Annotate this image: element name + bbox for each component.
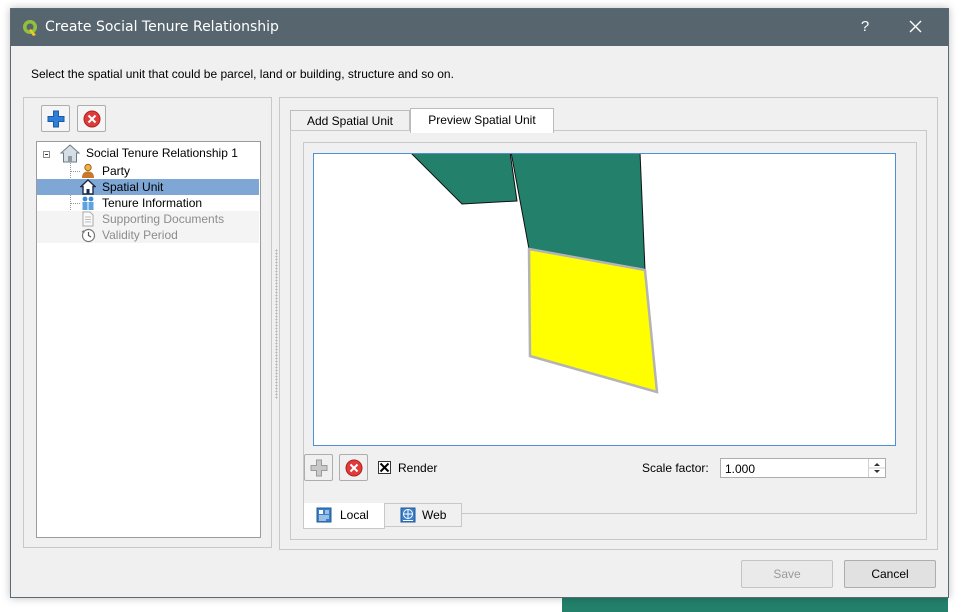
tab-add-spatial-unit[interactable]: Add Spatial Unit <box>290 110 410 132</box>
spatial-unit-panel: Add Spatial Unit Preview Spatial Unit Re… <box>279 97 938 550</box>
selected-spatial-unit <box>527 247 659 394</box>
tree-item-spatial-unit[interactable]: Spatial Unit <box>37 179 259 195</box>
str-tree-panel: Social Tenure Relationship 1 Party Spati… <box>23 97 272 548</box>
str-tree: Social Tenure Relationship 1 Party Spati… <box>36 141 261 538</box>
tab-web[interactable]: Web <box>384 503 462 527</box>
close-icon <box>909 20 922 33</box>
remove-feature-button[interactable] <box>339 454 368 481</box>
background-map-strip <box>562 598 948 612</box>
instruction-text: Select the spatial unit that could be pa… <box>31 67 454 81</box>
people-icon <box>82 196 94 210</box>
parcel-polygon <box>411 154 518 205</box>
tree-item-label: Validity Period <box>102 228 178 242</box>
spin-up-down-icon <box>869 463 885 473</box>
render-checkbox[interactable] <box>378 461 391 474</box>
preview-frame: Render Scale factor: 1.000 <box>303 142 917 514</box>
clock-icon <box>81 228 96 243</box>
preview-tab-content: Render Scale factor: 1.000 Local Web <box>290 130 927 540</box>
plus-icon <box>310 459 328 477</box>
tree-root[interactable]: Social Tenure Relationship 1 <box>37 144 259 163</box>
web-icon <box>400 507 416 523</box>
title-bar: Create Social Tenure Relationship ? <box>11 9 948 46</box>
save-button[interactable]: Save <box>741 560 833 588</box>
tab-preview-spatial-unit[interactable]: Preview Spatial Unit <box>410 108 554 133</box>
collapse-icon[interactable] <box>43 151 50 158</box>
document-icon <box>82 211 94 227</box>
tree-item-validity-period[interactable]: Validity Period <box>37 227 259 243</box>
add-feature-button[interactable] <box>304 454 333 481</box>
house-icon <box>80 179 96 195</box>
tab-local[interactable]: Local <box>303 503 385 529</box>
checkmark-x-icon <box>379 462 390 473</box>
tree-item-label: Supporting Documents <box>102 212 225 226</box>
close-button[interactable] <box>901 14 931 40</box>
scale-factor-spinbox[interactable]: 1.000 <box>720 458 886 478</box>
scale-factor-value: 1.000 <box>725 462 756 476</box>
remove-icon <box>83 110 101 128</box>
tab-local-label: Local <box>340 508 369 522</box>
local-icon <box>316 507 332 523</box>
render-label: Render <box>398 461 438 475</box>
add-str-button[interactable] <box>41 105 70 132</box>
map-canvas[interactable] <box>313 153 896 446</box>
dialog-window: Create Social Tenure Relationship ? Sele… <box>10 8 949 598</box>
tree-item-tenure-information[interactable]: Tenure Information <box>37 195 259 211</box>
tree-item-party[interactable]: Party <box>37 163 259 179</box>
remove-icon <box>345 459 363 477</box>
tree-item-label: Party <box>102 164 131 178</box>
tree-item-supporting-documents[interactable]: Supporting Documents <box>37 211 259 227</box>
map-preview <box>411 154 659 394</box>
person-icon <box>82 163 94 178</box>
home-icon <box>60 144 80 163</box>
tree-root-label: Social Tenure Relationship 1 <box>86 146 238 160</box>
remove-str-button[interactable] <box>77 105 106 132</box>
tree-item-label: Spatial Unit <box>102 180 164 194</box>
tree-item-label: Tenure Information <box>102 196 203 210</box>
plus-icon <box>47 110 65 128</box>
cancel-button[interactable]: Cancel <box>844 560 936 588</box>
spin-arrows[interactable] <box>868 459 885 477</box>
tab-web-label: Web <box>422 508 447 522</box>
splitter-handle[interactable] <box>275 249 278 399</box>
scale-factor-label: Scale factor: <box>642 461 709 475</box>
help-button[interactable]: ? <box>857 18 873 35</box>
window-title: Create Social Tenure Relationship <box>45 19 279 35</box>
qgis-logo-icon <box>23 20 37 36</box>
